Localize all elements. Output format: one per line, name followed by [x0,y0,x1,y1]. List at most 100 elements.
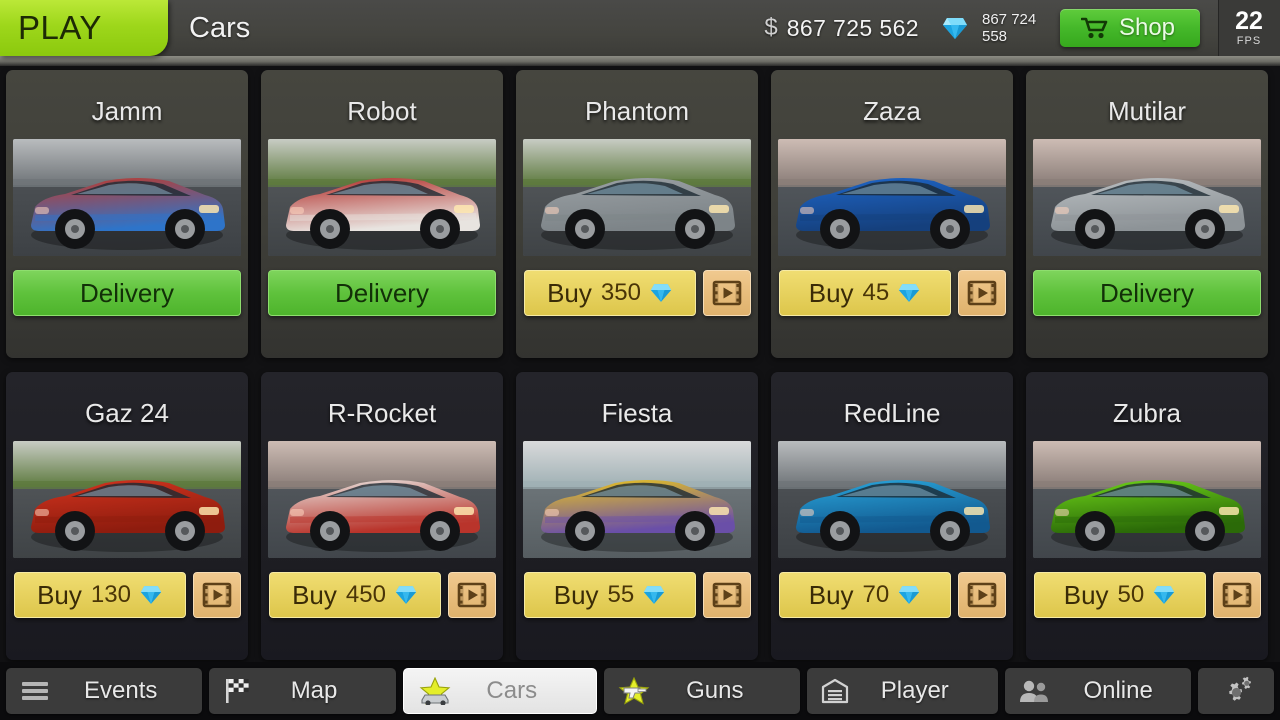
video-play-icon [457,582,486,608]
play-button-label: PLAY [18,9,102,46]
delivery-button[interactable]: Delivery [13,270,241,316]
nav-tab-guns[interactable]: Guns [604,668,800,714]
car-name: R-Rocket [327,398,437,428]
shop-button-label: Shop [1118,14,1176,41]
gem-icon [644,586,665,604]
buy-button[interactable]: Buy 130 [13,572,186,618]
buy-button[interactable]: Buy 50 [1033,572,1206,618]
watch-video-button[interactable] [1212,572,1261,618]
bottom-navigation: Events Map Cars Guns Player Online [0,662,1280,720]
settings-button[interactable] [1198,668,1275,714]
gem-icon [395,586,417,604]
nav-tab-label: Events [84,677,158,704]
buy-button[interactable]: Buy 70 [778,572,951,618]
car-card-actions: Buy 45 [778,270,1006,316]
buy-price: 50 [1117,581,1145,608]
car-name: Zaza [863,96,921,126]
nav-tab-label: Online [1083,677,1153,704]
car-thumbnail [268,139,496,256]
currency-display: $ 867 725 562 867 724 558 [764,11,1044,45]
delivery-button[interactable]: Delivery [1033,270,1261,316]
watch-video-button[interactable] [447,572,496,618]
play-button[interactable]: PLAY [0,0,168,56]
buy-button[interactable]: Buy 350 [523,270,696,316]
star-car-icon [419,677,451,705]
top-bar: PLAY Cars $ 867 725 562 867 724 558 Shop… [0,0,1280,56]
buy-price: 45 [862,279,890,306]
video-play-icon [967,582,996,608]
car-card-actions: Buy 130 [13,572,241,618]
car-card-actions: Delivery [1033,270,1261,316]
fps-label: FPS [1236,35,1262,47]
buy-price: 55 [607,581,635,608]
car-card[interactable]: Zubra Buy 50 [1026,372,1268,660]
nav-tab-events[interactable]: Events [6,668,202,714]
delivery-button-label: Delivery [1100,277,1194,308]
fps-counter: 22 FPS [1218,0,1280,56]
video-play-icon [712,582,741,608]
star-gun-icon [618,677,650,705]
car-name: Zubra [1113,398,1181,428]
watch-video-button[interactable] [702,270,751,316]
buy-price: 450 [345,581,386,608]
car-thumbnail [1033,139,1261,256]
buy-price: 350 [600,279,641,306]
car-card[interactable]: Mutilar Delivery [1026,70,1268,358]
shop-button[interactable]: Shop [1060,9,1200,47]
car-thumbnail [1033,441,1261,558]
car-name: Robot [347,96,417,126]
nav-tab-cars[interactable]: Cars [403,668,598,714]
buy-button[interactable]: Buy 55 [523,572,696,618]
car-name: Fiesta [601,398,673,428]
gem-icon [1154,586,1175,604]
watch-video-button[interactable] [957,572,1006,618]
car-card[interactable]: RedLine Buy 70 [771,372,1013,660]
cars-grid: Jamm Delivery Robot Delivery Phantom Buy… [6,70,1274,660]
gem-icon [140,586,162,604]
car-card[interactable]: Phantom Buy 350 [516,70,758,358]
car-card-actions: Buy 450 [268,572,496,618]
car-thumbnail [778,139,1006,256]
car-name: Mutilar [1107,96,1186,126]
hamburger-menu-icon [22,682,48,700]
car-card-actions: Buy 55 [523,572,751,618]
shopping-cart-icon [1080,17,1108,39]
gem-amount: 867 724 558 [982,11,1037,45]
nav-tab-online[interactable]: Online [1005,668,1192,714]
game-screen: PLAY Cars $ 867 725 562 867 724 558 Shop… [0,0,1280,720]
nav-tab-map[interactable]: Map [208,668,397,714]
car-card[interactable]: Jamm Delivery [6,70,248,358]
car-thumbnail [523,139,751,256]
car-card-actions: Buy 50 [1033,572,1261,618]
buy-button-label: Buy [808,579,854,610]
people-icon [1020,680,1049,702]
car-card[interactable]: Fiesta Buy 55 [516,372,758,660]
nav-tab-player[interactable]: Player [806,668,999,714]
car-thumbnail [13,139,241,256]
video-play-icon [202,582,231,608]
watch-video-button[interactable] [702,572,751,618]
buy-button-label: Buy [547,277,592,308]
buy-button[interactable]: Buy 45 [778,270,951,316]
buy-button-label: Buy [292,579,337,610]
garage-icon [821,678,848,704]
page-title: Cars [189,11,251,44]
delivery-button-label: Delivery [80,277,174,308]
car-card-actions: Buy 350 [523,270,751,316]
car-card[interactable]: Gaz 24 Buy 130 [6,372,248,660]
car-name: RedLine [843,398,941,428]
buy-button-label: Buy [37,579,82,610]
car-name: Phantom [584,96,690,126]
buy-button[interactable]: Buy 450 [268,572,441,618]
watch-video-button[interactable] [192,572,241,618]
nav-tab-label: Player [880,677,949,704]
cars-row: Jamm Delivery Robot Delivery Phantom Buy… [6,70,1274,358]
car-card[interactable]: R-Rocket Buy 450 [261,372,503,660]
car-card[interactable]: Zaza Buy 45 [771,70,1013,358]
car-card[interactable]: Robot Delivery [261,70,503,358]
car-thumbnail [523,441,751,558]
watch-video-button[interactable] [957,270,1006,316]
delivery-button[interactable]: Delivery [268,270,496,316]
car-thumbnail [268,441,496,558]
video-play-icon [1222,582,1251,608]
